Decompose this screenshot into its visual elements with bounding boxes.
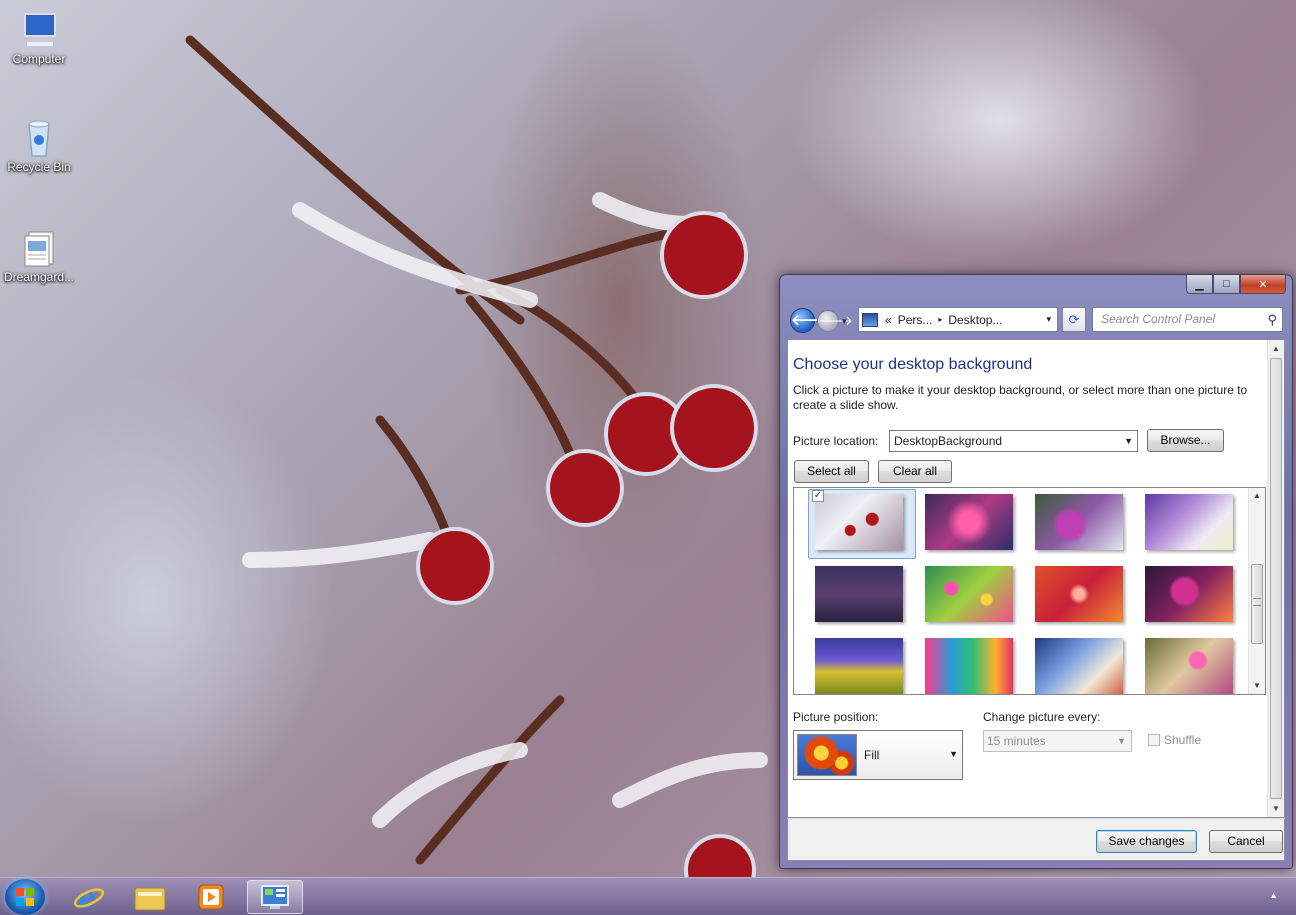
gallery-tile-frost-berries[interactable] (815, 494, 903, 550)
cancel-button[interactable]: Cancel (1209, 830, 1283, 853)
gallery-tile-purple-flowers[interactable] (1035, 494, 1123, 550)
browse-button[interactable]: Browse... (1147, 429, 1224, 452)
internet-explorer-icon: e (73, 882, 105, 912)
caption-buttons: ▁ □ ✕ (1186, 275, 1286, 294)
tile-checkbox[interactable]: ✓ (812, 490, 824, 502)
desktop-icon-label: Recycle Bin (7, 160, 71, 174)
back-button[interactable]: 🡐 (790, 308, 831, 333)
maximize-button[interactable]: □ (1213, 275, 1240, 294)
picture-gallery: ✓ ▲ ▼ (793, 487, 1266, 695)
computer-icon (17, 10, 61, 50)
breadcrumb-overflow[interactable]: « (882, 313, 895, 327)
picture-position-label: Picture position: (793, 710, 879, 724)
gallery-tile-blue-twigs[interactable] (1035, 638, 1123, 694)
dialog-footer: Save changes Cancel (787, 818, 1285, 861)
gallery-tile-pink-cosmos[interactable] (1145, 638, 1233, 694)
scroll-grip (1253, 598, 1261, 606)
save-changes-button[interactable]: Save changes (1096, 830, 1197, 853)
taskbar-control-panel[interactable] (247, 880, 303, 914)
gallery-tile-golden-grass[interactable] (815, 638, 903, 694)
show-hidden-icons-icon[interactable]: ▲ (1269, 890, 1278, 900)
shuffle-checkbox[interactable]: Shuffle (1148, 733, 1201, 747)
content-pane: Choose your desktop background Click a p… (787, 339, 1285, 818)
scroll-up-icon[interactable]: ▲ (1268, 340, 1284, 357)
select-all-button[interactable]: Select all (794, 460, 869, 483)
chevron-down-icon: ▼ (1124, 436, 1133, 446)
page-description: Click a picture to make it your desktop … (793, 383, 1248, 412)
media-player-icon (198, 884, 224, 910)
desktop-icon-computer[interactable]: Computer (3, 10, 75, 66)
refresh-button[interactable]: ⟳ (1062, 307, 1086, 332)
picture-location-value: DesktopBackground (894, 434, 1003, 448)
picture-position-value: Fill (864, 748, 880, 762)
minimize-button[interactable]: ▁ (1186, 275, 1213, 294)
picture-position-select[interactable]: Fill ▼ (793, 730, 963, 780)
gallery-tile-dusk-grass[interactable] (815, 566, 903, 622)
taskbar: e ▲ (0, 877, 1296, 915)
navigation-bar: 🡐 🡒 ▾ « Pers... ▸ Desktop... ▾ ⟳ Search … (788, 306, 1285, 336)
page-scrollbar[interactable]: ▲ ▼ (1267, 340, 1284, 817)
breadcrumb-separator-icon[interactable]: ▸ (935, 315, 945, 324)
change-interval-select[interactable]: 15 minutes ▼ (983, 730, 1132, 752)
gallery-tile-rainbow-reeds[interactable] (925, 638, 1013, 694)
gallery-tile-pink-blossom[interactable] (925, 494, 1013, 550)
control-panel-icon (862, 312, 878, 327)
gallery-tile-lilac-branches[interactable] (1145, 494, 1233, 550)
search-input[interactable]: Search Control Panel ⚲ (1092, 307, 1283, 332)
scroll-down-icon[interactable]: ▼ (1268, 800, 1284, 817)
control-panel-icon (261, 885, 289, 909)
gallery-scrollbar[interactable]: ▲ ▼ (1248, 488, 1265, 694)
search-placeholder: Search Control Panel (1101, 312, 1216, 326)
address-dropdown-icon[interactable]: ▾ (1046, 314, 1051, 325)
chevron-down-icon: ▼ (949, 749, 958, 759)
breadcrumb-desktop-background[interactable]: Desktop... (945, 313, 1005, 327)
start-button[interactable] (5, 879, 45, 915)
breadcrumb-personalization[interactable]: Pers... (895, 313, 936, 327)
scroll-up-icon[interactable]: ▲ (1249, 488, 1265, 504)
recycle-bin-icon (17, 118, 61, 158)
gallery-tile-magenta-flower[interactable] (1145, 566, 1233, 622)
windows-logo-icon (16, 888, 34, 906)
gallery-tile-colorful-meadow[interactable] (925, 566, 1013, 622)
personalization-window: ▁ □ ✕ 🡐 🡒 ▾ « Pers... ▸ Desktop... ▾ ⟳ S… (779, 274, 1293, 869)
folder-icon (134, 887, 166, 911)
page-scroll-thumb[interactable] (1270, 358, 1282, 799)
picture-location-select[interactable]: DesktopBackground ▼ (889, 430, 1138, 452)
position-preview-image (797, 734, 857, 776)
page-title: Choose your desktop background (793, 356, 1033, 373)
desktop-icon-dreamgarden[interactable]: Dreamgard... (3, 228, 75, 284)
desktop-icon-label: Computer (12, 52, 66, 66)
document-icon (17, 228, 61, 268)
change-interval-value: 15 minutes (987, 734, 1046, 748)
gallery-tile-red-bokeh[interactable] (1035, 566, 1123, 622)
chevron-down-icon: ▼ (1117, 736, 1126, 746)
shuffle-box[interactable] (1148, 734, 1160, 746)
clear-all-button[interactable]: Clear all (878, 460, 952, 483)
desktop-icon-label: Dreamgard... (3, 270, 75, 284)
desktop-icon-recycle-bin[interactable]: Recycle Bin (3, 118, 75, 174)
close-button[interactable]: ✕ (1240, 275, 1286, 294)
scroll-down-icon[interactable]: ▼ (1249, 678, 1265, 694)
picture-location-label: Picture location: (793, 434, 879, 448)
taskbar-file-explorer[interactable] (122, 880, 178, 914)
forward-button[interactable]: 🡒 (817, 310, 853, 332)
change-picture-label: Change picture every: (983, 710, 1101, 724)
taskbar-internet-explorer[interactable]: e (61, 880, 117, 914)
shuffle-label: Shuffle (1164, 733, 1202, 747)
search-icon[interactable]: ⚲ (1267, 308, 1277, 331)
recent-pages-dropdown[interactable]: ▾ (842, 316, 847, 327)
taskbar-media-player[interactable] (183, 880, 239, 914)
address-bar[interactable]: « Pers... ▸ Desktop... ▾ (858, 307, 1058, 332)
